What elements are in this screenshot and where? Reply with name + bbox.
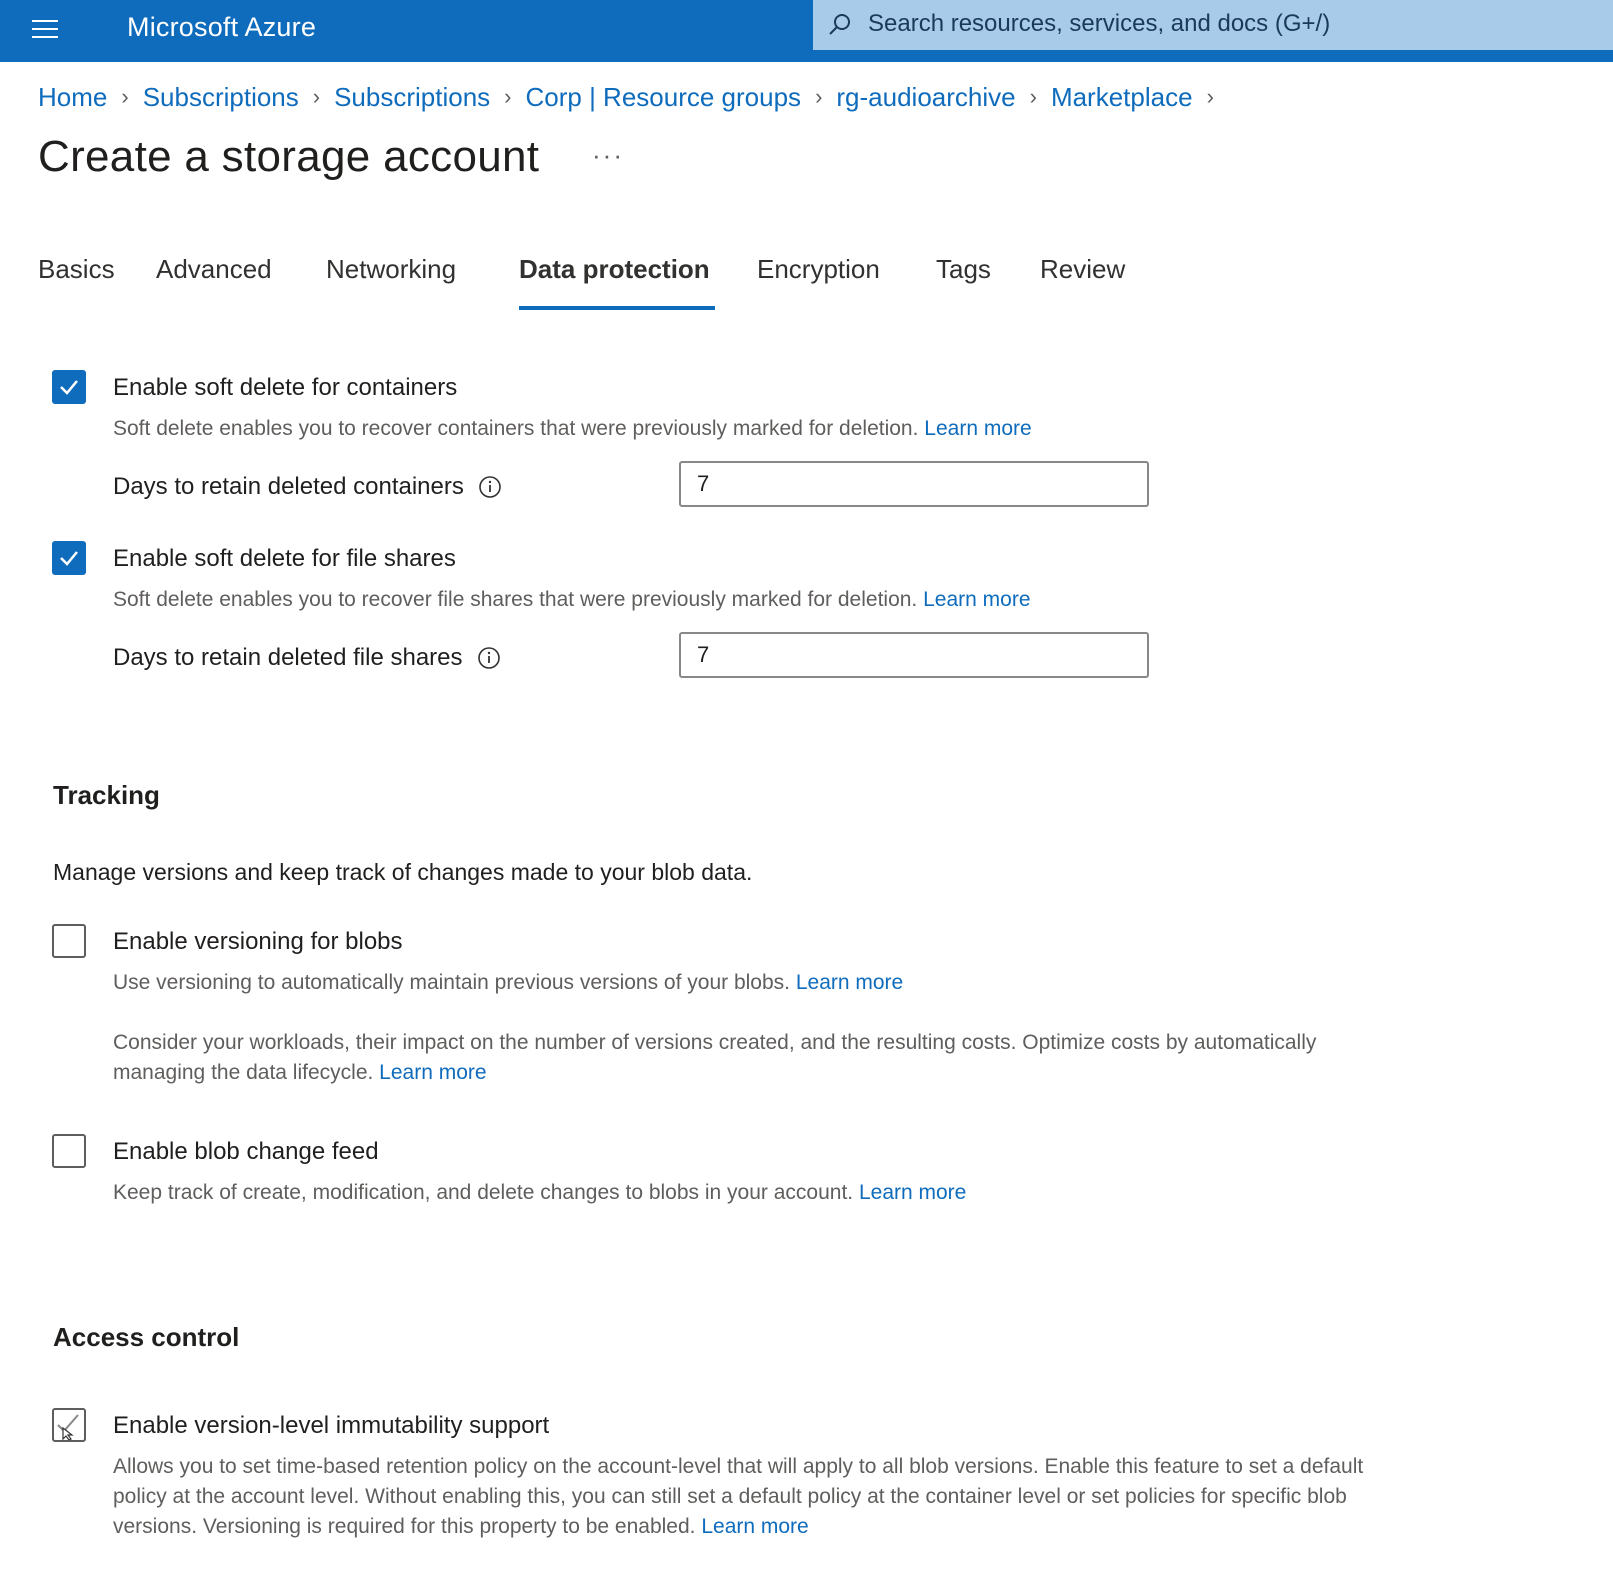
cursor-icon [57,1414,79,1440]
versioning-note: Consider your workloads, their impact on… [113,1028,1413,1088]
immutability-checkbox[interactable] [52,1408,86,1442]
immutability-label: Enable version-level immutability suppor… [113,1412,550,1439]
search-input[interactable]: Search resources, services, and docs (G+… [813,0,1613,50]
days-retain-file-shares-label: Days to retain deleted file shares [113,644,501,672]
learn-more-link[interactable]: Learn more [796,971,903,994]
breadcrumb-resource-groups[interactable]: Corp | Resource groups [526,82,802,113]
tab-basics[interactable]: Basics [38,254,115,310]
chevron-right-icon: › [815,84,823,109]
tab-tags[interactable]: Tags [936,254,991,310]
breadcrumb-subscriptions[interactable]: Subscriptions [143,82,299,113]
note-text: Consider your workloads, their impact on… [113,1031,1317,1084]
days-retain-containers-input[interactable] [679,461,1149,507]
field-label-text: Days to retain deleted containers [113,473,464,500]
chevron-right-icon: › [1206,84,1214,109]
tab-label: Data protection [519,254,710,284]
info-icon[interactable] [478,475,502,499]
breadcrumb: Home › Subscriptions › Subscriptions › C… [38,80,1228,114]
tab-networking[interactable]: Networking [326,254,456,310]
tab-label: Advanced [156,254,272,284]
top-bar: Microsoft Azure Search resources, servic… [0,0,1613,62]
checkmark-icon [60,551,78,566]
soft-delete-containers-label: Enable soft delete for containers [113,374,458,401]
soft-delete-file-shares-label: Enable soft delete for file shares [113,545,456,572]
field-label-text: Days to retain deleted file shares [113,644,463,671]
desc-text: Soft delete enables you to recover conta… [113,417,919,440]
search-icon [829,14,850,35]
learn-more-link[interactable]: Learn more [923,588,1030,611]
soft-delete-containers-desc: Soft delete enables you to recover conta… [113,414,1413,444]
chevron-right-icon: › [504,84,512,109]
breadcrumb-subscriptions-2[interactable]: Subscriptions [334,82,490,113]
desc-text: Keep track of create, modification, and … [113,1181,854,1204]
desc-text: Use versioning to automatically maintain… [113,971,790,994]
versioning-checkbox[interactable] [52,924,86,958]
chevron-right-icon: › [1029,84,1037,109]
immutability-desc: Allows you to set time-based retention p… [113,1452,1403,1542]
tracking-heading: Tracking [53,780,160,810]
tab-advanced[interactable]: Advanced [156,254,272,310]
search-placeholder: Search resources, services, and docs (G+… [868,10,1331,37]
versioning-desc: Use versioning to automatically maintain… [113,968,1413,998]
tab-label: Review [1040,254,1126,284]
versioning-label: Enable versioning for blobs [113,928,403,955]
tab-label: Basics [38,254,115,284]
breadcrumb-marketplace[interactable]: Marketplace [1051,82,1193,113]
menu-icon[interactable] [30,14,60,46]
soft-delete-file-shares-checkbox[interactable] [52,541,86,575]
tab-label: Networking [326,254,457,284]
tab-encryption[interactable]: Encryption [757,254,880,310]
tab-data-protection[interactable]: Data protection [519,254,715,310]
tab-label: Encryption [757,254,880,284]
soft-delete-containers-checkbox[interactable] [52,370,86,404]
learn-more-link[interactable]: Learn more [924,417,1031,440]
learn-more-link[interactable]: Learn more [701,1515,808,1538]
more-options-button[interactable]: ··· [592,140,624,171]
change-feed-desc: Keep track of create, modification, and … [113,1178,1413,1208]
learn-more-link[interactable]: Learn more [379,1061,486,1084]
breadcrumb-resource-group[interactable]: rg-audioarchive [836,82,1015,113]
learn-more-link[interactable]: Learn more [859,1181,966,1204]
change-feed-checkbox[interactable] [52,1134,86,1168]
chevron-right-icon: › [312,84,321,109]
change-feed-label: Enable blob change feed [113,1138,379,1165]
checkmark-icon [60,380,78,395]
tracking-desc: Manage versions and keep track of change… [53,859,753,885]
days-retain-containers-label: Days to retain deleted containers [113,473,502,501]
tab-review[interactable]: Review [1040,254,1125,310]
info-icon[interactable] [477,646,501,670]
desc-text: Soft delete enables you to recover file … [113,588,918,611]
soft-delete-file-shares-desc: Soft delete enables you to recover file … [113,585,1413,615]
days-retain-file-shares-input[interactable] [679,632,1149,678]
active-tab-indicator [519,306,715,310]
tab-label: Tags [936,254,991,284]
breadcrumb-home[interactable]: Home [38,82,107,113]
access-control-heading: Access control [53,1322,240,1352]
brand-title[interactable]: Microsoft Azure [127,12,316,43]
chevron-right-icon: › [121,84,129,109]
page-title: Create a storage account [38,132,540,181]
